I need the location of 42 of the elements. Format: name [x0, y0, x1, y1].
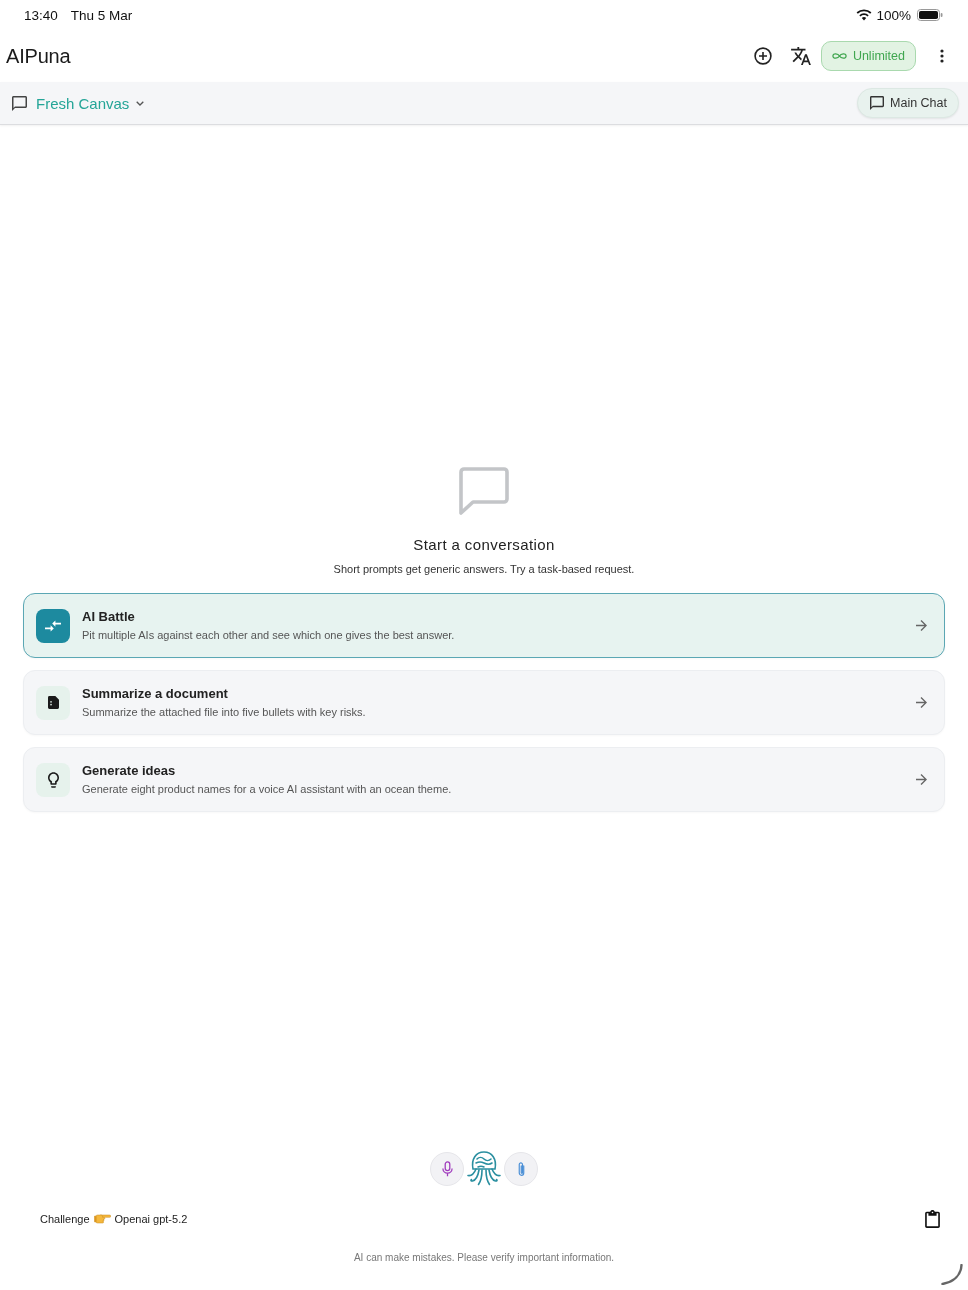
pointing-hand-icon: [93, 1214, 111, 1224]
clipboard-icon[interactable]: [925, 1210, 940, 1228]
chat-bubble-icon: [870, 96, 884, 110]
status-date: Thu 5 Mar: [70, 7, 133, 23]
card-description: Summarize the attached file into five bullets with key risks.: [82, 705, 367, 720]
app-title: AIPuna: [6, 44, 71, 68]
arrow-right-icon: [916, 620, 927, 631]
empty-state-title: Start a conversation: [413, 535, 555, 555]
suggestion-card[interactable]: Generate ideas Generate eight product names for a voice AI assistant with an ocean theme.: [23, 747, 945, 812]
chevron-down-icon: [136, 100, 145, 106]
chat-bubble-icon: [459, 467, 509, 515]
paperclip-icon: [516, 1160, 526, 1178]
translate-icon[interactable]: [790, 47, 811, 65]
arrow-right-icon: [916, 774, 927, 785]
document-icon: [36, 685, 70, 720]
lightbulb-icon: [36, 762, 70, 797]
more-options-icon[interactable]: [940, 49, 944, 63]
suggestion-card[interactable]: AI Battle Pit multiple AIs against each other and see which one gives the best answer.: [23, 593, 945, 658]
microphone-icon: [441, 1161, 453, 1177]
battery-icon: [917, 9, 943, 21]
swap-arrows-icon: [36, 608, 70, 643]
infinity-icon: [831, 52, 847, 60]
microphone-button[interactable]: [430, 1152, 464, 1186]
empty-state-subtitle: Short prompts get generic answers. Try a task-based request.: [333, 562, 635, 577]
chat-bubble-icon: [12, 95, 27, 111]
card-title: AI Battle: [82, 608, 136, 625]
arrow-right-icon: [916, 697, 927, 708]
card-description: Generate eight product names for a voice AI assistant with an ocean theme.: [82, 782, 453, 797]
loading-spinner-icon: [941, 1264, 963, 1285]
main-chat-button[interactable]: Main Chat: [857, 88, 959, 118]
attach-button[interactable]: [504, 1152, 538, 1186]
suggestion-card[interactable]: Summarize a document Summarize the attached file into five bullets with key risks.: [23, 670, 945, 735]
card-description: Pit multiple AIs against each other and see which one gives the best answer.: [82, 628, 456, 643]
disclaimer-text: AI can make mistakes. Please verify important information.: [353, 1251, 615, 1265]
card-title: Generate ideas: [82, 762, 177, 779]
add-circle-icon[interactable]: [753, 47, 772, 65]
status-time: 13:40: [24, 7, 58, 23]
battery-percentage: 100%: [876, 7, 911, 23]
wifi-icon: [856, 9, 873, 21]
mode-label: Challenge: [40, 1213, 90, 1225]
card-title: Summarize a document: [82, 685, 229, 702]
model-name: Openai gpt-5.2: [114, 1213, 188, 1225]
